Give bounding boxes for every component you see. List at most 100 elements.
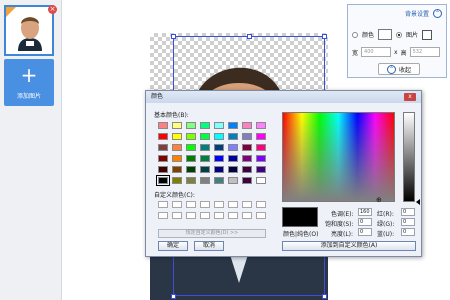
basic-color-swatch[interactable] xyxy=(228,166,238,173)
basic-color-swatch[interactable] xyxy=(158,144,168,151)
resize-handle-top[interactable] xyxy=(247,34,252,39)
custom-color-swatch[interactable] xyxy=(214,201,224,208)
basic-color-swatch[interactable] xyxy=(186,166,196,173)
custom-color-swatch[interactable] xyxy=(256,212,266,219)
basic-color-swatch[interactable] xyxy=(256,133,266,140)
sat-input[interactable]: 0 xyxy=(358,218,372,226)
basic-color-swatch[interactable] xyxy=(228,155,238,162)
basic-color-swatch[interactable] xyxy=(214,166,224,173)
basic-color-swatch[interactable] xyxy=(214,177,224,184)
basic-color-swatch[interactable] xyxy=(186,122,196,129)
image-picker-icon[interactable] xyxy=(422,29,433,40)
define-custom-colors-button[interactable]: 规定自定义颜色(D) >> xyxy=(158,229,266,238)
basic-color-swatch[interactable] xyxy=(242,122,252,129)
basic-color-swatch[interactable] xyxy=(186,144,196,151)
background-settings-tab[interactable]: 背景设置 ⌃ xyxy=(401,5,446,21)
luminance-arrow-icon[interactable] xyxy=(416,199,420,205)
custom-color-swatch[interactable] xyxy=(186,212,196,219)
custom-color-swatch[interactable] xyxy=(228,201,238,208)
custom-color-swatch[interactable] xyxy=(172,212,182,219)
width-label: 宽 xyxy=(352,49,359,57)
add-to-custom-colors-button[interactable]: 添加到自定义颜色(A) xyxy=(282,241,416,251)
basic-color-swatch[interactable] xyxy=(200,133,210,140)
basic-color-swatch[interactable] xyxy=(172,177,182,184)
basic-color-swatch[interactable] xyxy=(172,122,182,129)
red-input[interactable]: 0 xyxy=(401,208,415,216)
basic-color-swatch[interactable] xyxy=(200,166,210,173)
resize-handle-bottom-left[interactable] xyxy=(171,294,176,299)
basic-color-swatch[interactable] xyxy=(242,144,252,151)
basic-color-swatch[interactable] xyxy=(256,177,266,184)
custom-color-swatch[interactable] xyxy=(200,201,210,208)
basic-color-swatch[interactable] xyxy=(242,133,252,140)
basic-color-swatch[interactable] xyxy=(214,144,224,151)
height-input[interactable]: 532 xyxy=(409,47,440,57)
color-radio[interactable] xyxy=(352,31,358,38)
basic-color-swatch[interactable] xyxy=(158,166,168,173)
remove-image-icon[interactable]: × xyxy=(48,5,57,14)
add-image-label: 添加图片 xyxy=(16,93,41,100)
basic-color-swatch[interactable] xyxy=(158,133,168,140)
basic-colors-grid xyxy=(156,122,266,186)
basic-color-swatch[interactable] xyxy=(228,144,238,151)
basic-color-swatch[interactable] xyxy=(242,155,252,162)
basic-color-swatch[interactable] xyxy=(172,144,182,151)
basic-color-swatch[interactable] xyxy=(228,133,238,140)
basic-color-swatch[interactable] xyxy=(158,122,168,129)
basic-color-swatch[interactable] xyxy=(242,177,252,184)
resize-handle-bottom-right[interactable] xyxy=(322,294,327,299)
color-spectrum[interactable] xyxy=(282,112,395,202)
basic-color-swatch[interactable] xyxy=(228,177,238,184)
resize-handle-top-left[interactable] xyxy=(171,34,176,39)
basic-color-swatch[interactable] xyxy=(256,155,266,162)
basic-color-swatch[interactable] xyxy=(186,155,196,162)
basic-color-swatch[interactable] xyxy=(200,177,210,184)
custom-color-swatch[interactable] xyxy=(242,201,252,208)
collapse-button[interactable]: ⌃ 收起 xyxy=(378,63,420,75)
green-input[interactable]: 0 xyxy=(401,218,415,226)
basic-color-swatch[interactable] xyxy=(172,166,182,173)
custom-color-swatch[interactable] xyxy=(214,212,224,219)
basic-color-swatch[interactable] xyxy=(186,133,196,140)
custom-color-swatch[interactable] xyxy=(158,201,168,208)
custom-color-swatch[interactable] xyxy=(200,212,210,219)
width-input[interactable]: 400 xyxy=(361,47,392,57)
basic-color-swatch[interactable] xyxy=(156,175,170,186)
collapse-icon[interactable]: ⌃ xyxy=(433,8,442,18)
basic-color-swatch[interactable] xyxy=(214,133,224,140)
custom-color-swatch[interactable] xyxy=(242,212,252,219)
ok-button[interactable]: 确定 xyxy=(158,241,188,251)
close-icon[interactable]: x xyxy=(404,93,416,101)
basic-color-swatch[interactable] xyxy=(172,133,182,140)
blue-input[interactable]: 0 xyxy=(401,228,415,236)
basic-color-swatch[interactable] xyxy=(228,122,238,129)
basic-color-swatch[interactable] xyxy=(172,155,182,162)
cancel-button[interactable]: 取消 xyxy=(194,241,224,251)
image-radio[interactable] xyxy=(396,31,403,38)
custom-color-swatch[interactable] xyxy=(172,201,182,208)
basic-color-swatch[interactable] xyxy=(256,166,266,173)
basic-color-swatch[interactable] xyxy=(158,155,168,162)
resize-handle-top-right[interactable] xyxy=(322,34,327,39)
basic-color-swatch[interactable] xyxy=(200,144,210,151)
basic-color-swatch[interactable] xyxy=(214,122,224,129)
basic-color-swatch[interactable] xyxy=(200,155,210,162)
basic-color-swatch[interactable] xyxy=(200,122,210,129)
basic-color-swatch[interactable] xyxy=(214,155,224,162)
luminance-slider[interactable] xyxy=(403,112,415,202)
hue-input[interactable]: 160 xyxy=(358,208,372,216)
custom-color-swatch[interactable] xyxy=(186,201,196,208)
custom-color-swatch[interactable] xyxy=(256,201,266,208)
image-thumbnail[interactable] xyxy=(4,5,54,56)
custom-color-swatch[interactable] xyxy=(228,212,238,219)
custom-colors-grid xyxy=(158,201,266,219)
color-swatch-button[interactable] xyxy=(378,29,393,40)
basic-color-swatch[interactable] xyxy=(186,177,196,184)
basic-color-swatch[interactable] xyxy=(256,144,266,151)
dialog-title-bar: 颜色 xyxy=(146,91,421,103)
add-image-button[interactable]: + 添加图片 xyxy=(4,59,54,106)
basic-color-swatch[interactable] xyxy=(242,166,252,173)
lum-input[interactable]: 0 xyxy=(358,228,372,236)
custom-color-swatch[interactable] xyxy=(158,212,168,219)
basic-color-swatch[interactable] xyxy=(256,122,266,129)
